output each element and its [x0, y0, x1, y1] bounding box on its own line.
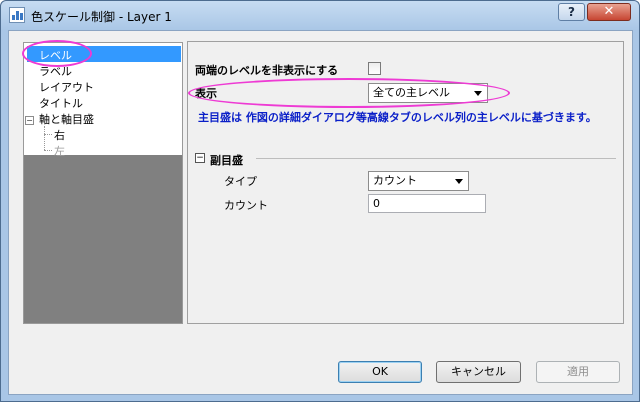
settings-tree[interactable]: レベル ラベル レイアウト タイトル − 軸と軸目盛 右 左 [23, 42, 183, 324]
section-divider [256, 158, 616, 159]
type-dropdown[interactable]: カウント [368, 171, 469, 191]
tree-item-title[interactable]: タイトル [39, 95, 83, 111]
help-button[interactable]: ? [558, 3, 585, 21]
minor-section-collapse-icon[interactable]: − [195, 153, 205, 163]
settings-panel: 両端のレベルを非表示にする 表示 全ての主レベル 主目盛は 作図の詳細ダイアログ… [187, 41, 624, 324]
cancel-button[interactable]: キャンセル [436, 361, 521, 383]
collapse-toggle-icon[interactable]: − [25, 116, 34, 125]
chart-app-icon [9, 7, 25, 23]
count-label: カウント [224, 199, 268, 212]
tree-connector-line [44, 134, 52, 135]
ok-button[interactable]: OK [338, 361, 422, 383]
hide-ends-checkbox[interactable] [368, 62, 381, 75]
dialog-window: 色スケール制御 - Layer 1 ? ✕ レベル ラベル レイアウト タイトル… [0, 0, 640, 402]
window-title: 色スケール制御 - Layer 1 [31, 10, 172, 24]
tree-item-right[interactable]: 右 [54, 127, 65, 143]
dialog-client-area: レベル ラベル レイアウト タイトル − 軸と軸目盛 右 左 両端のレベルを非表… [8, 30, 633, 395]
tree-item-axes-ticks[interactable]: 軸と軸目盛 [39, 111, 94, 127]
levels-highlight-annotation [22, 40, 92, 67]
tree-item-left[interactable]: 左 [54, 143, 65, 159]
close-button[interactable]: ✕ [587, 3, 631, 21]
count-input[interactable]: 0 [368, 194, 486, 213]
major-ticks-note: 主目盛は 作図の詳細ダイアログ等高線タブのレベル列の主レベルに基づきます。 [198, 111, 597, 124]
title-bar[interactable]: 色スケール制御 - Layer 1 ? ✕ [1, 1, 639, 31]
tree-item-layout[interactable]: レイアウト [39, 79, 94, 95]
tree-connector-line [44, 126, 45, 150]
display-highlight-annotation [188, 78, 510, 108]
hide-ends-label: 両端のレベルを非表示にする [195, 64, 339, 77]
type-dropdown-value: カウント [373, 174, 417, 187]
tree-connector-line [44, 150, 52, 151]
type-label: タイプ [224, 175, 257, 188]
apply-button[interactable]: 適用 [536, 361, 620, 383]
chevron-down-icon [455, 179, 463, 184]
minor-section-title: 副目盛 [210, 154, 243, 167]
